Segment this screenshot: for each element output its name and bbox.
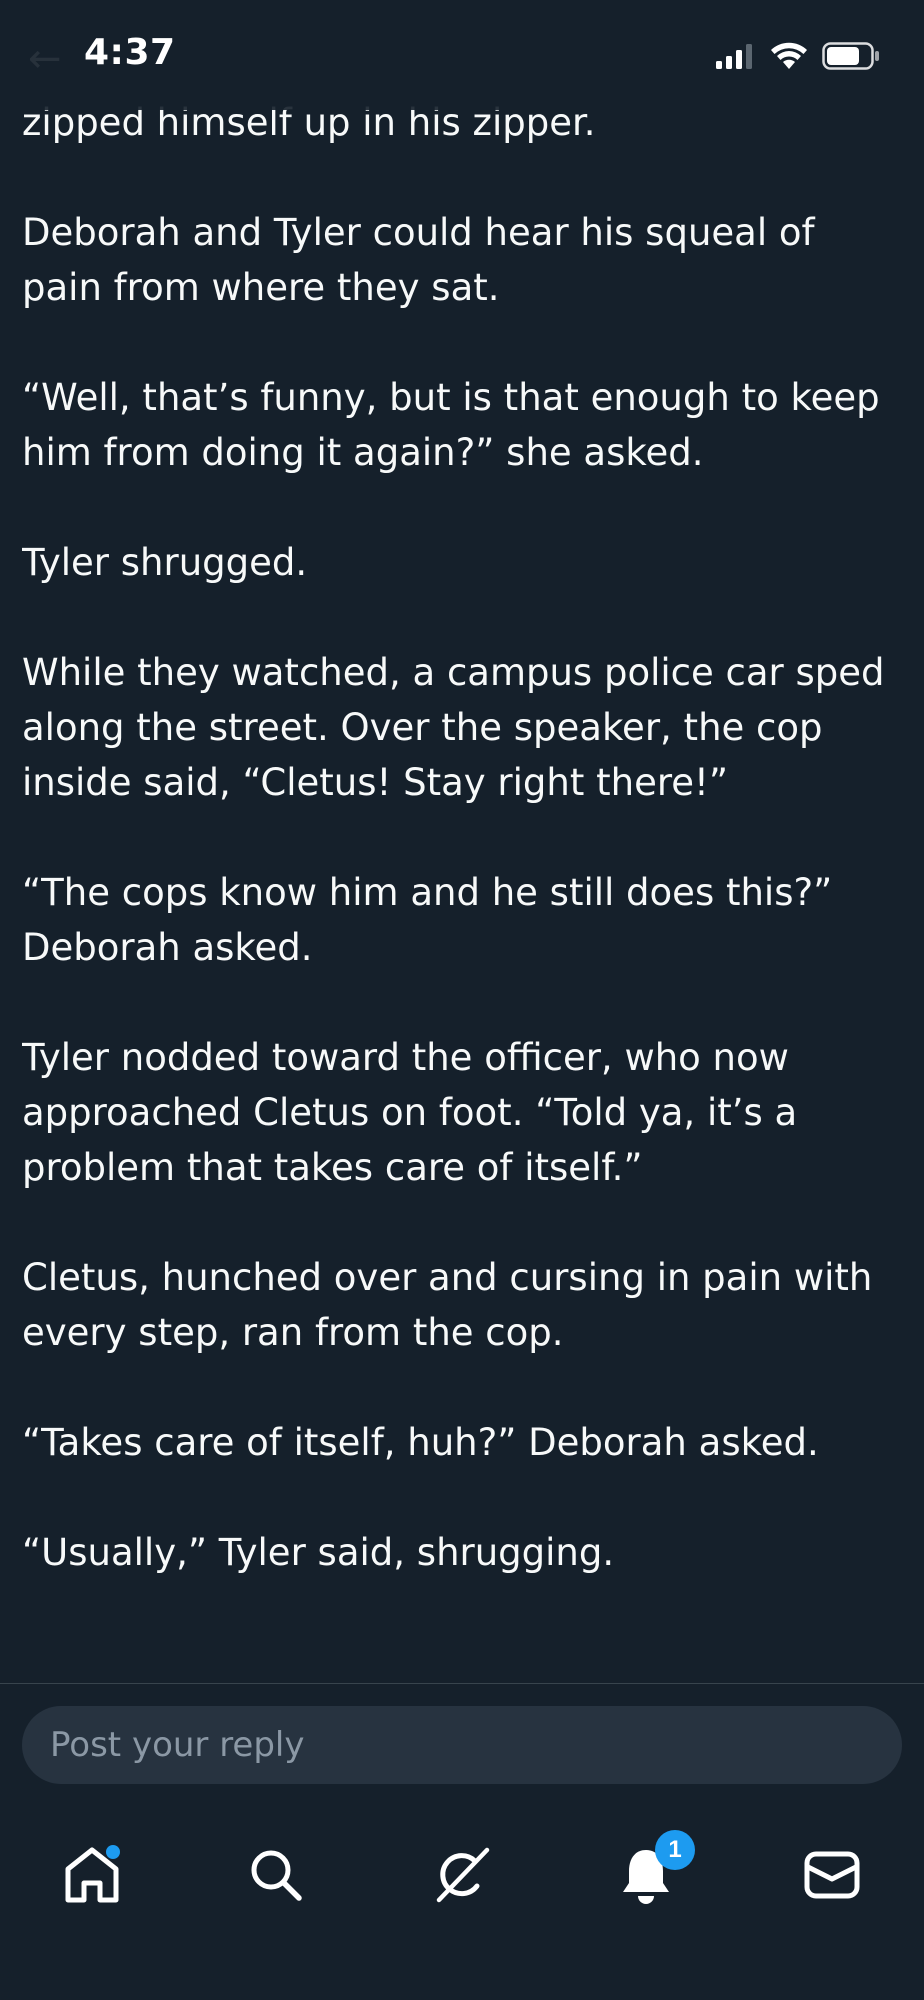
paragraph: “Well, that’s funny, but is that enough … (22, 376, 880, 474)
envelope-icon (804, 1851, 860, 1899)
status-time: 4:37 (84, 32, 176, 73)
battery-icon (822, 42, 879, 70)
paragraph: Deborah and Tyler could hear his squeal … (22, 211, 815, 309)
bottom-nav: 1 (0, 1800, 924, 2000)
paragraph: “The cops know him and he still does thi… (22, 871, 833, 969)
paragraph: Tyler shrugged. (22, 541, 308, 584)
reply-bar (0, 1683, 924, 1784)
post-detail-screen: ← 4:37 zipped himself up in his zipper. (0, 0, 924, 2000)
post-body: zipped himself up in his zipper. Deborah… (22, 95, 902, 1685)
notifications-badge: 1 (655, 1830, 695, 1870)
wifi-icon (771, 42, 807, 69)
paragraph: Cletus, hunched over and cursing in pain… (22, 1256, 873, 1354)
reply-input[interactable] (22, 1706, 902, 1784)
status-bar: ← 4:37 (0, 0, 924, 110)
paragraph: Tyler nodded toward the officer, who now… (22, 1036, 798, 1189)
paragraph: “Takes care of itself, huh?” Deborah ask… (22, 1421, 819, 1464)
back-arrow-icon[interactable]: ← (28, 36, 62, 82)
nav-notifications[interactable]: 1 (601, 1830, 695, 1920)
nav-grok[interactable] (417, 1830, 507, 1920)
nav-search[interactable] (231, 1830, 321, 1920)
paragraph: “Usually,” Tyler said, shrugging. (22, 1531, 615, 1574)
nav-home[interactable] (47, 1830, 137, 1920)
cellular-signal-icon (716, 44, 752, 69)
nav-messages[interactable] (787, 1830, 877, 1920)
grok-icon (436, 1847, 490, 1903)
status-icons (716, 42, 880, 70)
paragraph: While they watched, a campus police car … (22, 651, 885, 804)
search-icon (251, 1850, 302, 1901)
home-unread-dot (106, 1845, 120, 1859)
